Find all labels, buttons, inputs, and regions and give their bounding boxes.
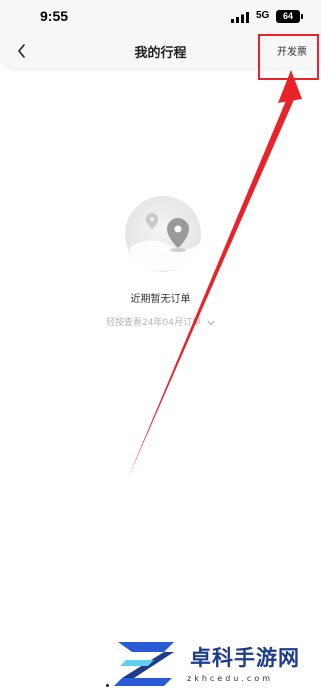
location-pin-icon xyxy=(125,196,201,272)
watermark-text: 卓科手游网 xyxy=(190,646,300,670)
chevron-down-icon xyxy=(207,320,215,325)
status-bar: 9:55 5G 64 xyxy=(0,0,321,34)
watermark-url: zkhcedu.com xyxy=(187,674,273,683)
network-label: 5G xyxy=(256,10,270,21)
annotation-highlight-box xyxy=(258,34,319,80)
screen: 9:55 5G 64 我的行程 开发票 近期暂无订单 轻按查看24年04月订单 … xyxy=(0,0,321,694)
empty-state-title: 近期暂无订单 xyxy=(130,294,191,305)
battery-icon: 64 xyxy=(276,10,303,23)
history-link[interactable]: 轻按查看24年04月订单 xyxy=(0,315,321,328)
home-indicator-dot xyxy=(106,684,109,687)
watermark-logo xyxy=(114,642,174,686)
status-time: 9:55 xyxy=(40,8,69,24)
annotation-arrow xyxy=(128,70,302,478)
signal-icon xyxy=(231,12,249,23)
history-link-label: 轻按查看24年04月订单 xyxy=(106,318,201,328)
